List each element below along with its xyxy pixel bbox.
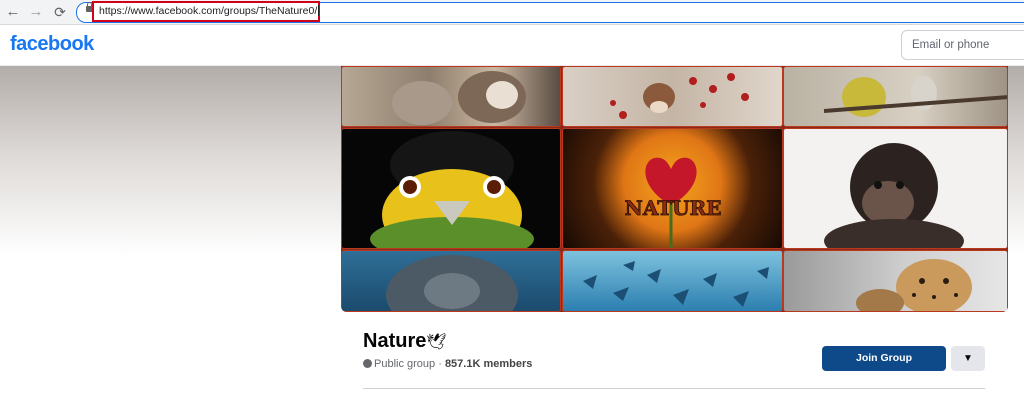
meta-separator: · [435, 358, 445, 370]
dove-icon: 🕊 [426, 334, 447, 351]
forward-arrow-icon[interactable]: → [27, 3, 45, 21]
globe-icon [363, 359, 372, 368]
chevron-down-icon: ▼ [963, 353, 973, 364]
url-field[interactable]: https://www.facebook.com/groups/TheNatur… [99, 5, 320, 17]
nature-tile-text: NATURE [625, 196, 722, 220]
facebook-logo[interactable]: facebook [10, 33, 94, 56]
url-text: https://www.facebook.com/groups/TheNatur… [99, 5, 318, 17]
member-count[interactable]: 857.1K members [445, 358, 532, 370]
email-or-phone-input[interactable]: Email or phone [901, 30, 1024, 60]
cover-tile-nature-heart: NATURE [562, 128, 783, 249]
group-privacy: Public group [374, 358, 436, 370]
facebook-header: facebook Email or phone [0, 25, 1024, 65]
reload-icon[interactable]: ⟳ [51, 3, 69, 21]
group-meta: Public group · 857.1K members [363, 358, 532, 370]
cover-tile-stingrays [562, 250, 783, 312]
cover-tile-cheetah [783, 250, 1008, 312]
text-caret [318, 5, 320, 16]
group-title[interactable]: Nature🕊 [363, 330, 447, 353]
cover-tile-birds-branch [783, 66, 1008, 127]
group-name: Nature [363, 330, 427, 352]
join-group-button[interactable]: Join Group [822, 346, 946, 371]
cover-tile-toucan [341, 128, 561, 249]
cover-tile-gorilla [783, 128, 1008, 249]
divider [363, 388, 985, 389]
more-options-button[interactable]: ▼ [951, 346, 985, 371]
cover-tile-mouse-berries [562, 66, 783, 127]
back-arrow-icon[interactable]: ← [4, 3, 22, 21]
browser-toolbar: ← → ⟳ https://www.facebook.com/groups/Th… [0, 0, 1024, 25]
cover-tile-fox [341, 66, 561, 127]
group-cover-photo[interactable]: NATURE [341, 66, 1008, 312]
cover-tile-manatee [341, 250, 561, 312]
